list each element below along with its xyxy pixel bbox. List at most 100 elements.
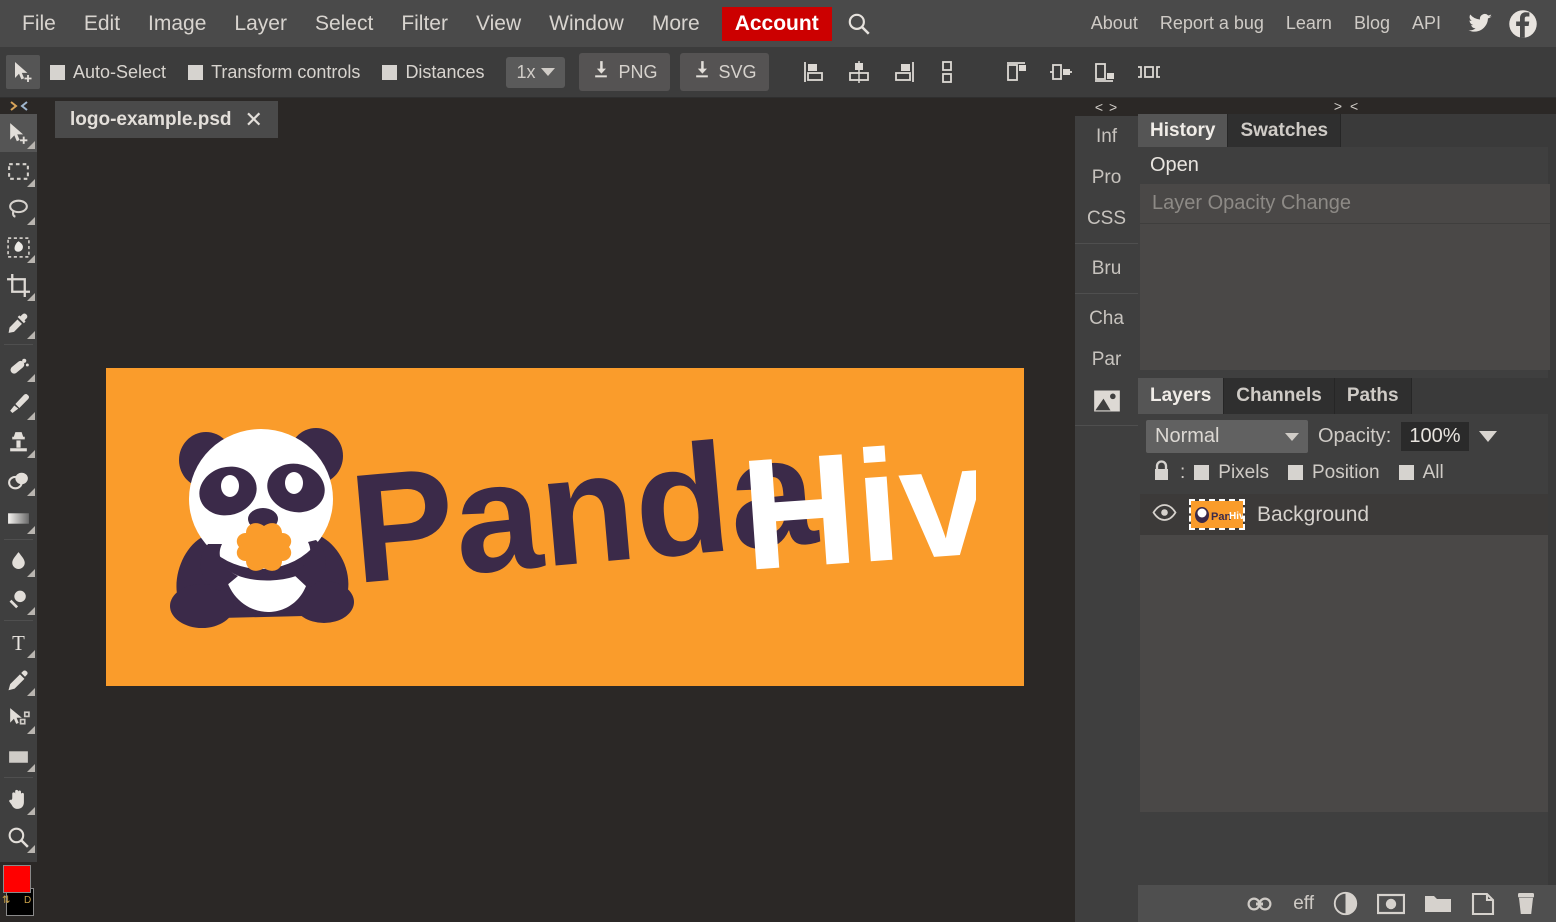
align-left-icon[interactable] bbox=[798, 55, 832, 89]
artboard[interactable]: Panda Hive bbox=[106, 368, 1024, 686]
history-current-state[interactable]: Open bbox=[1138, 147, 1556, 184]
tool-path-select[interactable] bbox=[0, 699, 37, 737]
menu-item-edit[interactable]: Edit bbox=[70, 8, 134, 40]
link-learn[interactable]: Learn bbox=[1275, 9, 1343, 38]
tool-gradient[interactable] bbox=[0, 499, 37, 537]
distribute-vertical-center-icon[interactable] bbox=[1044, 55, 1078, 89]
align-center-horizontal-icon[interactable] bbox=[842, 55, 876, 89]
rail-item-css[interactable]: CSS bbox=[1075, 198, 1138, 239]
panda-mascot-icon bbox=[170, 428, 354, 628]
distribute-bottom-icon[interactable] bbox=[1088, 55, 1122, 89]
menu-item-select[interactable]: Select bbox=[301, 8, 387, 40]
menu-item-view[interactable]: View bbox=[462, 8, 535, 40]
tab-channels[interactable]: Channels bbox=[1224, 378, 1335, 414]
new-layer-icon[interactable] bbox=[1471, 892, 1495, 916]
layer-list[interactable]: Pan Hiv Background bbox=[1140, 494, 1550, 812]
document-tab[interactable]: logo-example.psd ✕ bbox=[55, 101, 278, 138]
link-api[interactable]: API bbox=[1401, 9, 1452, 38]
history-list[interactable]: Layer Opacity Change bbox=[1140, 184, 1550, 370]
canvas-area[interactable]: Panda Hive bbox=[37, 138, 1075, 922]
checkbox-box-transform-controls[interactable] bbox=[188, 64, 204, 80]
image-icon[interactable] bbox=[1075, 380, 1138, 421]
color-swatches[interactable]: ⇅ D bbox=[0, 862, 37, 922]
search-icon[interactable] bbox=[846, 11, 872, 37]
layer-name[interactable]: Background bbox=[1257, 503, 1369, 527]
tool-pen[interactable] bbox=[0, 661, 37, 699]
tool-crop[interactable] bbox=[0, 266, 37, 304]
opacity-dropdown-icon[interactable] bbox=[1478, 431, 1497, 442]
distances-checkbox[interactable]: Distances bbox=[382, 62, 484, 83]
zoom-level-select[interactable]: 1x bbox=[506, 56, 566, 88]
tool-paint-brush[interactable] bbox=[0, 385, 37, 423]
default-colors-icon[interactable]: D bbox=[24, 895, 31, 906]
transform-controls-checkbox[interactable]: Transform controls bbox=[188, 62, 360, 83]
tool-rectangular-marquee[interactable] bbox=[0, 152, 37, 190]
align-top-icon[interactable] bbox=[930, 55, 964, 89]
layer-thumbnail[interactable]: Pan Hiv bbox=[1189, 499, 1245, 530]
tool-lasso[interactable] bbox=[0, 190, 37, 228]
history-item[interactable]: Layer Opacity Change bbox=[1140, 184, 1550, 224]
link-blog[interactable]: Blog bbox=[1343, 9, 1401, 38]
tab-layers[interactable]: Layers bbox=[1138, 378, 1225, 414]
lock-position-checkbox[interactable] bbox=[1287, 465, 1303, 480]
link-about[interactable]: About bbox=[1080, 9, 1149, 38]
tool-healing-brush[interactable] bbox=[0, 347, 37, 385]
opacity-input[interactable]: 100% bbox=[1401, 422, 1469, 451]
blend-mode-select[interactable]: Normal bbox=[1146, 420, 1308, 453]
rail-expand-button[interactable]: < > bbox=[1075, 98, 1138, 116]
close-icon[interactable]: ✕ bbox=[245, 108, 263, 131]
tool-magic-wand[interactable] bbox=[0, 228, 37, 266]
facebook-icon[interactable] bbox=[1508, 9, 1538, 39]
tool-type[interactable]: T bbox=[0, 623, 37, 661]
distribute-top-icon[interactable] bbox=[1000, 55, 1034, 89]
menu-item-image[interactable]: Image bbox=[134, 8, 220, 40]
menu-item-layer[interactable]: Layer bbox=[220, 8, 301, 40]
new-group-icon[interactable] bbox=[1424, 893, 1452, 915]
tool-zoom[interactable] bbox=[0, 818, 37, 856]
link-report-a-bug[interactable]: Report a bug bbox=[1149, 9, 1275, 38]
rail-item-info[interactable]: Inf bbox=[1075, 116, 1138, 157]
rail-item-properties[interactable]: Pro bbox=[1075, 157, 1138, 198]
tab-history[interactable]: History bbox=[1138, 114, 1229, 147]
adjustment-layer-icon[interactable] bbox=[1333, 891, 1358, 916]
layer-effects-icon[interactable]: eff bbox=[1293, 893, 1314, 915]
menu-item-more[interactable]: More bbox=[638, 8, 714, 40]
delete-layer-icon[interactable] bbox=[1514, 891, 1538, 916]
tool-hand[interactable] bbox=[0, 780, 37, 818]
tool-move[interactable] bbox=[0, 114, 37, 152]
tool-blur[interactable] bbox=[0, 542, 37, 580]
menu-item-filter[interactable]: Filter bbox=[387, 8, 462, 40]
tool-shape[interactable] bbox=[0, 737, 37, 775]
tab-paths[interactable]: Paths bbox=[1334, 378, 1412, 414]
foreground-color-swatch[interactable] bbox=[3, 865, 31, 893]
menu-item-file[interactable]: File bbox=[8, 8, 70, 40]
toolbar-collapse-button[interactable] bbox=[0, 98, 37, 114]
lock-all-checkbox[interactable] bbox=[1398, 465, 1414, 480]
twitter-icon[interactable] bbox=[1466, 11, 1494, 37]
account-button[interactable]: Account bbox=[721, 6, 832, 41]
rail-item-brushes[interactable]: Bru bbox=[1075, 248, 1138, 289]
table-row[interactable]: Pan Hiv Background bbox=[1140, 494, 1550, 535]
tool-dodge[interactable] bbox=[0, 580, 37, 618]
tool-eraser[interactable] bbox=[0, 461, 37, 499]
layer-mask-icon[interactable] bbox=[1377, 893, 1405, 915]
export-svg-button[interactable]: SVG bbox=[679, 53, 769, 91]
dock-collapse-button[interactable]: > < bbox=[1138, 98, 1556, 114]
rail-item-character[interactable]: Cha bbox=[1075, 298, 1138, 339]
auto-select-checkbox[interactable]: Auto-Select bbox=[50, 62, 166, 83]
tool-clone-stamp[interactable] bbox=[0, 423, 37, 461]
link-layers-icon[interactable] bbox=[1246, 896, 1274, 912]
menu-item-window[interactable]: Window bbox=[535, 8, 638, 40]
swap-colors-icon[interactable]: ⇅ bbox=[2, 895, 10, 906]
tool-eyedropper[interactable] bbox=[0, 304, 37, 342]
distribute-horizontal-icon[interactable] bbox=[1132, 55, 1166, 89]
move-tool-icon[interactable] bbox=[6, 55, 40, 89]
lock-pixels-checkbox[interactable] bbox=[1194, 465, 1210, 480]
rail-item-paragraph[interactable]: Par bbox=[1075, 339, 1138, 380]
export-png-button[interactable]: PNG bbox=[579, 53, 670, 91]
checkbox-box-auto-select[interactable] bbox=[50, 64, 65, 80]
align-right-icon[interactable] bbox=[886, 55, 920, 89]
checkbox-box-distances[interactable] bbox=[382, 64, 398, 80]
eye-icon[interactable] bbox=[1152, 503, 1177, 526]
tab-swatches[interactable]: Swatches bbox=[1228, 114, 1342, 147]
